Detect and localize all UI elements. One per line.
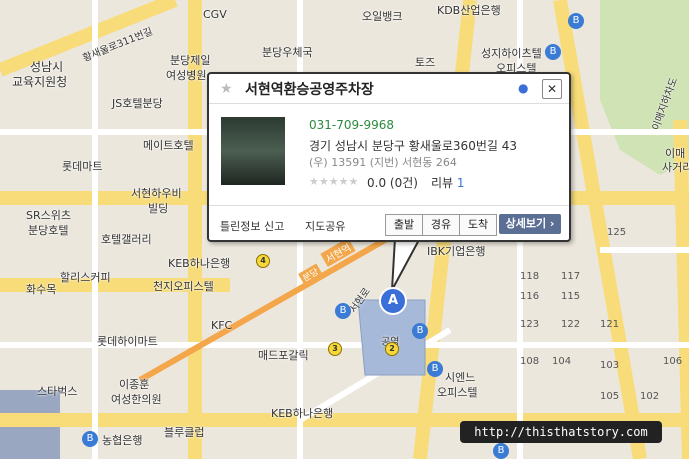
place-label: 분당우체국 (262, 46, 313, 59)
place-label: 블루클럽 (164, 426, 205, 439)
map[interactable]: CGV 오일뱅크 KDB산업은행 성남시 교육지원청 분당제일 여성병원 분당우… (0, 0, 689, 459)
exit-number-badge: 4 (256, 254, 270, 268)
share-map-link[interactable]: 지도공유 (305, 218, 345, 234)
place-label: 롯데하이마트 (97, 335, 158, 348)
block-number: 122 (561, 319, 581, 330)
block-number: 103 (600, 360, 620, 371)
place-label: 사거리 (662, 161, 689, 174)
place-label: 성지하이츠텔 (481, 47, 542, 60)
bus-stop-icon[interactable]: B (493, 443, 509, 459)
place-label: 매드포갈릭 (258, 349, 309, 362)
place-label: 시엔느 (445, 371, 476, 384)
detail-view-button[interactable]: 상세보기 › (499, 214, 561, 234)
review-label: 리뷰 (431, 176, 454, 190)
place-label: 빌딩 (148, 202, 169, 215)
block-number: 104 (552, 356, 572, 367)
divider (209, 103, 569, 104)
place-title: 서현역환승공영주차장 (245, 82, 374, 98)
place-label: 이종훈 (119, 378, 150, 391)
bus-stop-icon[interactable]: B (545, 44, 561, 60)
address-sub: (우) 13591 (지번) 서현동 264 (309, 156, 457, 169)
place-label: 교육지원청 (12, 75, 68, 89)
block-number: 117 (561, 271, 581, 282)
place-label: 분당호텔 (28, 224, 69, 237)
report-wrong-info-link[interactable]: 틀린정보 신고 (220, 218, 284, 234)
block-number: 121 (600, 319, 620, 330)
place-label: 여성한의원 (111, 393, 162, 406)
close-button[interactable]: ✕ (542, 79, 562, 99)
arrive-button[interactable]: 도착 (459, 214, 497, 236)
place-label: 스타벅스 (37, 385, 78, 398)
bus-stop-icon[interactable]: B (427, 361, 443, 377)
via-button[interactable]: 경유 (422, 214, 460, 236)
bus-stop-icon[interactable]: B (412, 323, 428, 339)
block-number: 102 (640, 391, 660, 402)
place-label: 메이트호텔 (143, 139, 194, 152)
block-number: 108 (520, 356, 540, 367)
review-number[interactable]: 1 (457, 176, 465, 190)
location-pin-icon[interactable]: ● (518, 81, 530, 95)
place-label: 서현하우비 (131, 187, 182, 200)
place-label: 오일뱅크 (362, 10, 403, 23)
bus-stop-icon[interactable]: B (568, 13, 584, 29)
place-photo[interactable] (221, 117, 285, 185)
location-marker-a[interactable]: A (379, 287, 407, 315)
bus-stop-icon[interactable]: B (82, 431, 98, 447)
place-label: 농협은행 (102, 434, 143, 447)
block-number: 125 (607, 227, 627, 238)
block-number: 118 (520, 271, 540, 282)
place-label: JS호텔분당 (112, 97, 163, 110)
phone-number[interactable]: 031-709-9968 (309, 118, 394, 132)
block-number: 106 (663, 356, 683, 367)
exit-number-badge: 3 (328, 342, 342, 356)
place-info-popup: ★ 서현역환승공영주차장 ● ✕ 031-709-9968 경기 성남시 분당구… (207, 72, 571, 242)
favorite-star-icon[interactable]: ★ (220, 81, 233, 97)
place-label: KDB산업은행 (437, 4, 501, 17)
place-label: 여성병원 (166, 69, 207, 82)
place-label: 분당제일 (170, 54, 211, 67)
place-label: 할리스커피 (60, 271, 111, 284)
place-label: SR스위츠 (26, 209, 71, 222)
place-label: 호텔갤러리 (101, 233, 152, 246)
review-count[interactable]: 리뷰 1 (431, 174, 465, 191)
address: 경기 성남시 분당구 황새울로360번길 43 (309, 139, 517, 153)
rating-score: 0.0 (0건) (367, 176, 418, 190)
place-label: 오피스텔 (437, 386, 478, 399)
place-label: 롯데마트 (62, 160, 103, 173)
rating-stars: ★★★★★ (309, 175, 359, 188)
place-label: 화수목 (26, 283, 57, 296)
place-label: IBK기업은행 (427, 245, 486, 258)
exit-number-badge: 2 (385, 342, 399, 356)
start-button[interactable]: 출발 (385, 214, 423, 236)
divider (209, 205, 569, 206)
place-label: 토즈 (415, 56, 436, 69)
block-number: 116 (520, 291, 540, 302)
block-number: 105 (600, 391, 620, 402)
place-label: 천지오피스텔 (153, 280, 214, 293)
block-number: 115 (561, 291, 581, 302)
place-label: KEB하나은행 (271, 407, 334, 420)
place-label: KEB하나은행 (168, 257, 231, 270)
place-label: CGV (203, 8, 227, 21)
bus-stop-icon[interactable]: B (335, 303, 351, 319)
watermark: http://thisthatstory.com (460, 421, 662, 443)
block-number: 123 (520, 319, 540, 330)
place-label: KFC (211, 319, 233, 332)
